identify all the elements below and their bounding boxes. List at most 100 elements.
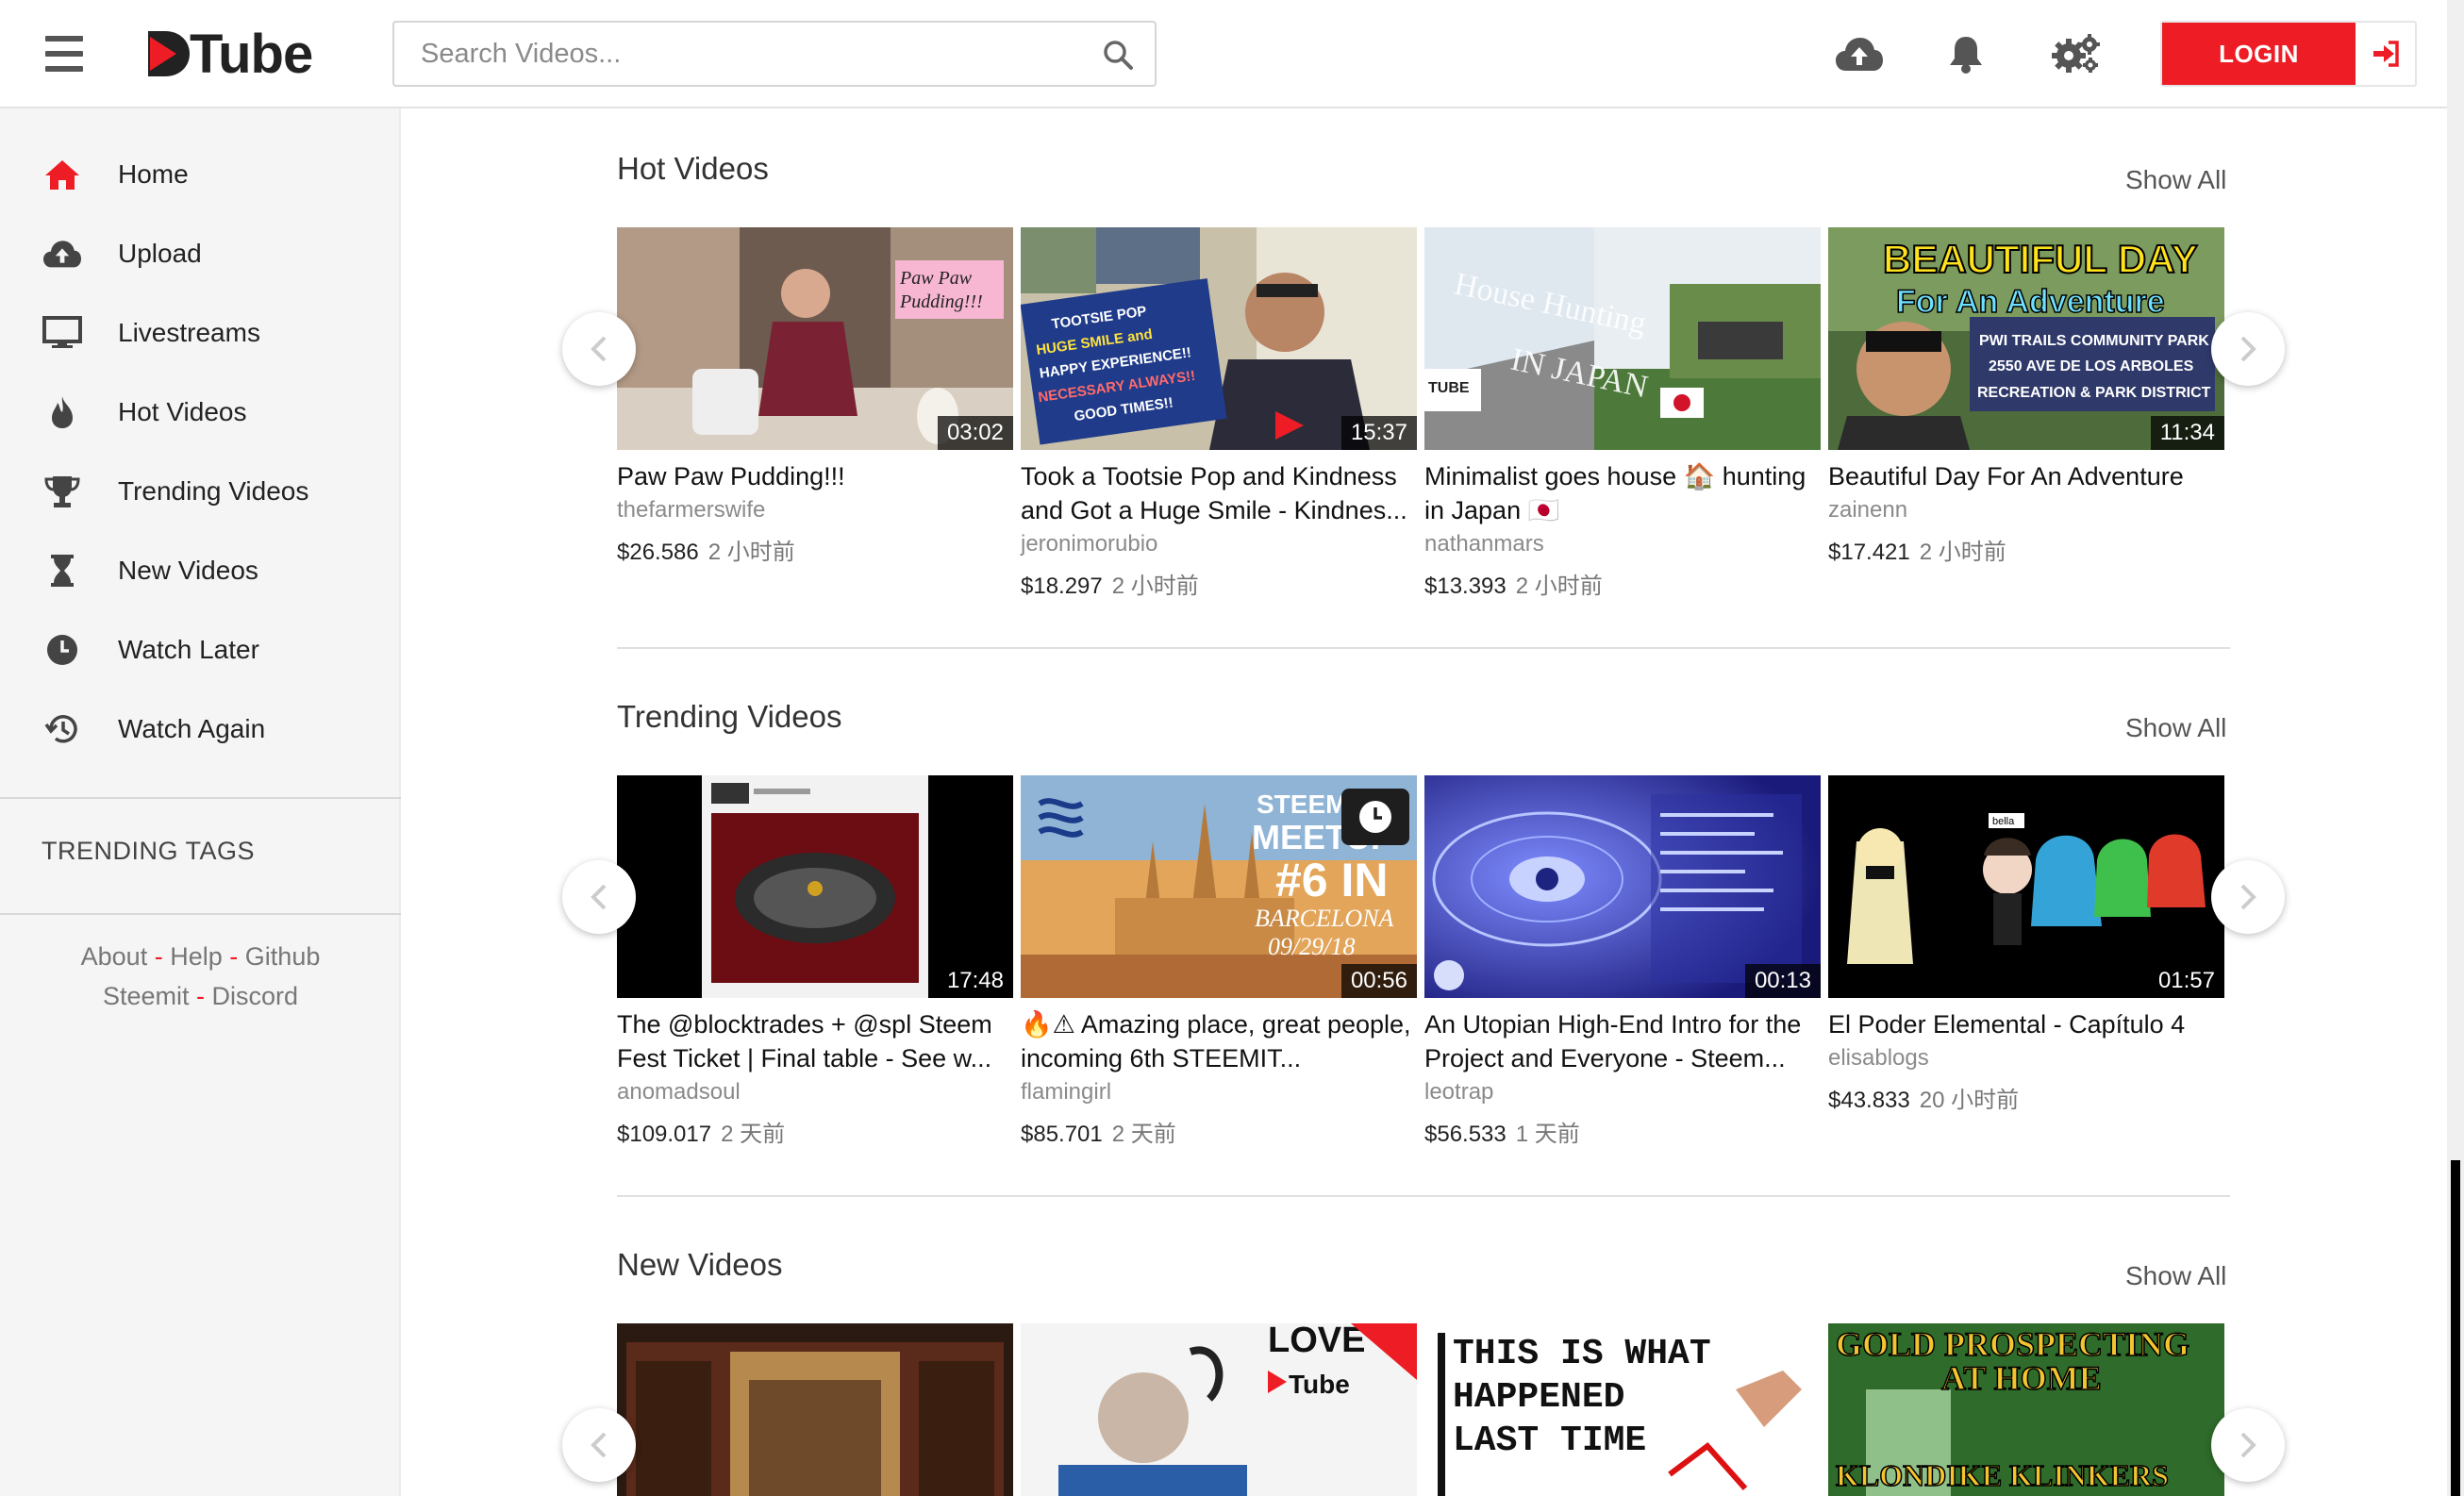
video-title[interactable]: Paw Paw Pudding!!! bbox=[617, 459, 1013, 493]
thumb-text: TUBE bbox=[1428, 380, 1470, 396]
video-duration: 00:13 bbox=[1744, 964, 1821, 998]
carousel-prev-button[interactable] bbox=[562, 1408, 636, 1482]
trending-tags-heading: TRENDING TAGS bbox=[42, 837, 256, 865]
video-meta: $17.421 2 小时前 bbox=[1828, 533, 2006, 566]
sidebar-item-label: Upload bbox=[118, 239, 202, 268]
thumb-text: bella bbox=[1992, 816, 2015, 827]
sidebar-item-home[interactable]: Home bbox=[0, 141, 401, 208]
chevron-left-icon bbox=[591, 884, 607, 910]
footer-link-github[interactable]: Github bbox=[245, 942, 321, 971]
thumb-text: Pudding!!! bbox=[899, 291, 983, 312]
video-author[interactable]: elisablogs bbox=[1828, 1045, 1929, 1072]
video-title[interactable]: Took a Tootsie Pop and Kindness and Got … bbox=[1021, 459, 1417, 527]
video-meta: $85.701 2 天前 bbox=[1021, 1115, 1176, 1148]
sidebar-item-watch-again[interactable]: Watch Again bbox=[0, 696, 401, 762]
video-author[interactable]: jeronimorubio bbox=[1021, 531, 1157, 557]
video-author[interactable]: thefarmerswife bbox=[617, 497, 765, 524]
video-thumbnail[interactable]: GOLD PROSPECTING AT HOME KLONDIKE KLINKE… bbox=[1828, 1323, 2224, 1496]
history-icon bbox=[42, 708, 83, 750]
scrollbar-thumb[interactable] bbox=[2451, 1160, 2460, 1496]
video-thumbnail[interactable]: BEAUTIFUL DAY For An Adventure PWI TRAIL… bbox=[1828, 227, 2224, 450]
clock-icon bbox=[42, 629, 83, 671]
footer-link-about[interactable]: About bbox=[81, 942, 148, 971]
upload-cloud-icon[interactable] bbox=[1834, 28, 1885, 79]
hourglass-icon bbox=[42, 550, 83, 591]
sign-in-icon[interactable] bbox=[2372, 41, 2400, 67]
chevron-right-icon bbox=[2240, 336, 2256, 362]
sidebar-item-watch-later[interactable]: Watch Later bbox=[0, 617, 401, 683]
thumb-text: For An Adventure bbox=[1896, 284, 2165, 320]
video-thumbnail[interactable]: Paw Paw Pudding!!! 03:02 bbox=[617, 227, 1013, 450]
video-thumbnail[interactable]: STEEMIT MEETUP #6 IN BARCELONA 09/29/18 … bbox=[1021, 775, 1417, 998]
video-thumbnail[interactable]: THIS IS WHAT HAPPENED LAST TIME bbox=[1424, 1323, 1821, 1496]
video-meta: $26.586 2 小时前 bbox=[617, 533, 795, 566]
sidebar-item-hot-videos[interactable]: Hot Videos bbox=[0, 379, 401, 445]
thumb-text: RECREATION & PARK DISTRICT bbox=[1977, 385, 2211, 401]
video-author[interactable]: anomadsoul bbox=[617, 1079, 741, 1105]
video-author[interactable]: flamingirl bbox=[1021, 1079, 1111, 1105]
show-all-new-videos[interactable]: Show All bbox=[2125, 1261, 2226, 1291]
login-button[interactable]: LOGIN bbox=[2162, 23, 2356, 85]
video-title[interactable]: Beautiful Day For An Adventure bbox=[1828, 459, 2224, 493]
video-thumbnail[interactable] bbox=[617, 1323, 1013, 1496]
video-thumbnail[interactable]: TOOTSIE POP HUGE SMILE and HAPPY EXPERIE… bbox=[1021, 227, 1417, 450]
search-icon[interactable] bbox=[1102, 39, 1134, 71]
thumb-text: KLONDIKE KLINKERS bbox=[1836, 1458, 2169, 1492]
video-thumbnail[interactable]: 00:13 bbox=[1424, 775, 1821, 998]
settings-gears-icon[interactable] bbox=[2049, 28, 2102, 79]
sidebar-item-livestreams[interactable]: Livestreams bbox=[0, 300, 401, 366]
video-title[interactable]: An Utopian High-End Intro for the Projec… bbox=[1424, 1007, 1821, 1075]
footer-link-help[interactable]: Help bbox=[170, 942, 223, 971]
video-thumbnail[interactable]: 17:48 bbox=[617, 775, 1013, 998]
search-input[interactable] bbox=[421, 23, 1081, 85]
hot-videos-row: Paw Paw Pudding!!! 03:02 Paw Paw Pudding… bbox=[617, 227, 2230, 614]
video-price: $43.833 bbox=[1828, 1088, 1910, 1113]
footer-link-steemit[interactable]: Steemit bbox=[103, 982, 190, 1010]
carousel-next-button[interactable] bbox=[2211, 1408, 2285, 1482]
trending-videos-row: 17:48 The @blocktrades + @spl Steem Fest… bbox=[617, 775, 2230, 1162]
trophy-icon bbox=[42, 471, 83, 512]
video-age: 2 天前 bbox=[1111, 1122, 1176, 1147]
search-box bbox=[392, 21, 1157, 87]
dtube-logo[interactable]: Tube bbox=[144, 23, 313, 85]
thumb-text: BEAUTIFUL DAY bbox=[1883, 237, 2198, 281]
video-author[interactable]: zainenn bbox=[1828, 497, 1907, 524]
video-thumbnail[interactable]: bella 01:57 bbox=[1828, 775, 2224, 998]
menu-toggle-icon[interactable] bbox=[45, 36, 83, 72]
video-title[interactable]: The @blocktrades + @spl Steem Fest Ticke… bbox=[617, 1007, 1013, 1075]
carousel-next-button[interactable] bbox=[2211, 312, 2285, 386]
cloud-upload-icon bbox=[42, 233, 83, 274]
video-price: $109.017 bbox=[617, 1122, 712, 1147]
video-price: $13.393 bbox=[1424, 573, 1507, 599]
sidebar-item-label: Livestreams bbox=[118, 318, 260, 347]
footer-separator: - bbox=[196, 982, 205, 1010]
carousel-prev-button[interactable] bbox=[562, 860, 636, 934]
page-scrollbar[interactable] bbox=[2447, 0, 2464, 1496]
section-divider bbox=[617, 1195, 2230, 1197]
carousel-next-button[interactable] bbox=[2211, 860, 2285, 934]
logo-text: Tube bbox=[190, 23, 313, 85]
section-title-trending-videos: Trending Videos bbox=[617, 699, 842, 734]
carousel-prev-button[interactable] bbox=[562, 312, 636, 386]
video-thumbnail[interactable]: LOVE Tube bbox=[1021, 1323, 1417, 1496]
sidebar-item-new-videos[interactable]: New Videos bbox=[0, 538, 401, 604]
video-duration: 15:37 bbox=[1340, 416, 1417, 450]
video-duration: 00:56 bbox=[1340, 964, 1417, 998]
sidebar-item-label: New Videos bbox=[118, 556, 258, 585]
video-title[interactable]: Minimalist goes house 🏠 hunting in Japan… bbox=[1424, 459, 1821, 527]
video-author[interactable]: nathanmars bbox=[1424, 531, 1544, 557]
show-all-hot-videos[interactable]: Show All bbox=[2125, 165, 2226, 195]
section-title-new-videos: New Videos bbox=[617, 1247, 783, 1282]
show-all-trending-videos[interactable]: Show All bbox=[2125, 713, 2226, 743]
notifications-bell-icon[interactable] bbox=[1947, 28, 1985, 79]
video-title[interactable]: El Poder Elemental - Capítulo 4 bbox=[1828, 1007, 2224, 1041]
video-thumbnail[interactable]: House Hunting IN JAPAN TUBE bbox=[1424, 227, 1821, 450]
video-author[interactable]: leotrap bbox=[1424, 1079, 1493, 1105]
chevron-right-icon bbox=[2240, 1432, 2256, 1458]
footer-link-discord[interactable]: Discord bbox=[212, 982, 299, 1010]
sidebar-item-label: Watch Again bbox=[118, 714, 266, 743]
sidebar-item-trending-videos[interactable]: Trending Videos bbox=[0, 458, 401, 524]
video-age: 1 天前 bbox=[1515, 1122, 1580, 1147]
video-title[interactable]: 🔥⚠ Amazing place, great people, incoming… bbox=[1021, 1007, 1417, 1075]
sidebar-item-upload[interactable]: Upload bbox=[0, 221, 401, 287]
